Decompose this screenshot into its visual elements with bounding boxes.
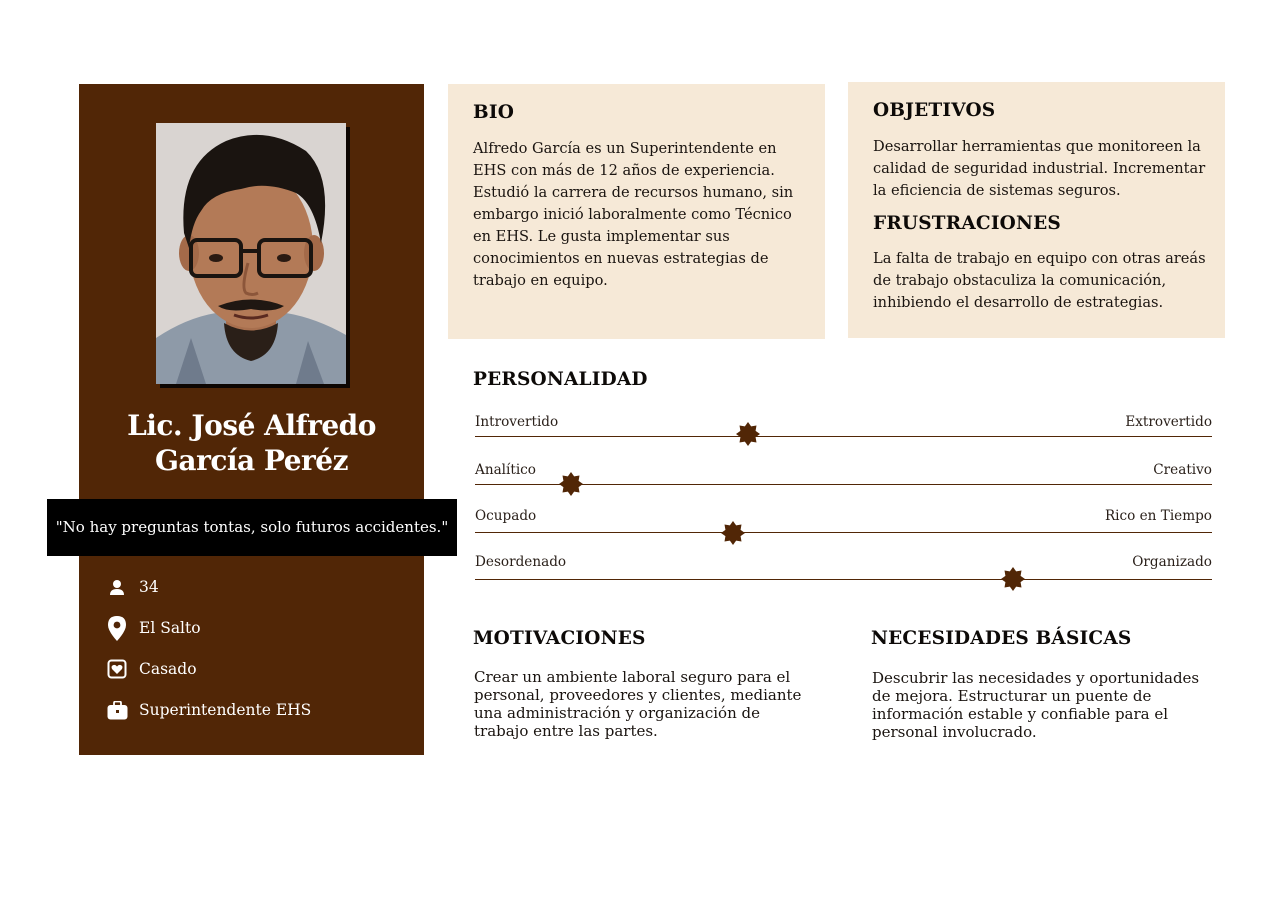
frustrations-text: La falta de trabajo en equipo con otras … bbox=[873, 250, 1206, 311]
fact-occupation-value: Superintendente EHS bbox=[139, 701, 312, 719]
frustrations-title: FRUSTRACIONES bbox=[873, 213, 1061, 234]
bio-title: BIO bbox=[473, 102, 515, 123]
trait-track bbox=[475, 579, 1212, 580]
trait-left-label: Introvertido bbox=[475, 414, 559, 430]
fact-age-value: 34 bbox=[139, 578, 159, 596]
trait-left-label: Analítico bbox=[475, 462, 536, 478]
needs-title: NECESIDADES BÁSICAS bbox=[871, 628, 1132, 649]
persona-page: Lic. José Alfredo García Peréz "No hay p… bbox=[0, 0, 1280, 904]
fact-location-value: El Salto bbox=[139, 619, 201, 637]
trait-marker-star-icon bbox=[1001, 567, 1025, 591]
persona-facts: 34 El Salto Casado Superintendente EHS bbox=[106, 574, 406, 738]
trait-left-label: Desordenado bbox=[475, 554, 567, 570]
personality-title: PERSONALIDAD bbox=[473, 369, 648, 390]
goals-title: OBJETIVOS bbox=[873, 100, 996, 121]
trait-marker-star-icon bbox=[720, 521, 745, 545]
fact-location: El Salto bbox=[106, 615, 406, 641]
location-pin-icon bbox=[106, 615, 128, 641]
trait-busy-time-rich: Ocupado Rico en Tiempo bbox=[475, 508, 1212, 548]
trait-track bbox=[475, 532, 1212, 533]
trait-right-label: Creativo bbox=[1153, 462, 1212, 478]
profile-photo bbox=[156, 123, 346, 384]
fact-marital-status-value: Casado bbox=[139, 660, 197, 678]
trait-left-label: Ocupado bbox=[475, 508, 537, 524]
trait-track bbox=[475, 436, 1212, 437]
trait-right-label: Organizado bbox=[1132, 554, 1212, 570]
briefcase-icon bbox=[106, 697, 128, 723]
goals-panel: OBJETIVOS Desarrollar herramientas que m… bbox=[848, 82, 1225, 338]
persona-name: Lic. José Alfredo García Peréz bbox=[79, 408, 424, 478]
needs-text: Descubrir las necesidades y oportunidade… bbox=[872, 669, 1200, 741]
fact-occupation: Superintendente EHS bbox=[106, 697, 406, 723]
portrait-image bbox=[156, 123, 346, 384]
trait-disorganized-organized: Desordenado Organizado bbox=[475, 554, 1212, 594]
fact-age: 34 bbox=[106, 574, 406, 600]
trait-right-label: Rico en Tiempo bbox=[1104, 508, 1212, 524]
fact-marital-status: Casado bbox=[106, 656, 406, 682]
bio-panel: BIO Alfredo García es un Superintendente… bbox=[448, 84, 825, 339]
trait-analytic-creative: Analítico Creativo bbox=[475, 462, 1212, 502]
goals-text: Desarrollar herramientas que monitoreen … bbox=[873, 138, 1206, 199]
persona-name-line2: García Peréz bbox=[155, 444, 348, 477]
trait-marker-star-icon bbox=[735, 422, 760, 446]
motivations-text: Crear un ambiente laboral seguro para el… bbox=[474, 668, 802, 740]
trait-track bbox=[475, 484, 1212, 485]
motivations-title: MOTIVACIONES bbox=[473, 628, 646, 649]
trait-introvert-extrovert: Introvertido Extrovertido bbox=[475, 414, 1212, 454]
persona-quote: "No hay preguntas tontas, solo futuros a… bbox=[47, 499, 457, 556]
heart-icon bbox=[106, 656, 128, 682]
person-icon bbox=[106, 574, 128, 600]
trait-marker-star-icon bbox=[558, 472, 583, 496]
bio-text: Alfredo García es un Superintendente en … bbox=[473, 140, 794, 289]
trait-right-label: Extrovertido bbox=[1125, 414, 1212, 430]
persona-name-line1: Lic. José Alfredo bbox=[127, 409, 376, 442]
